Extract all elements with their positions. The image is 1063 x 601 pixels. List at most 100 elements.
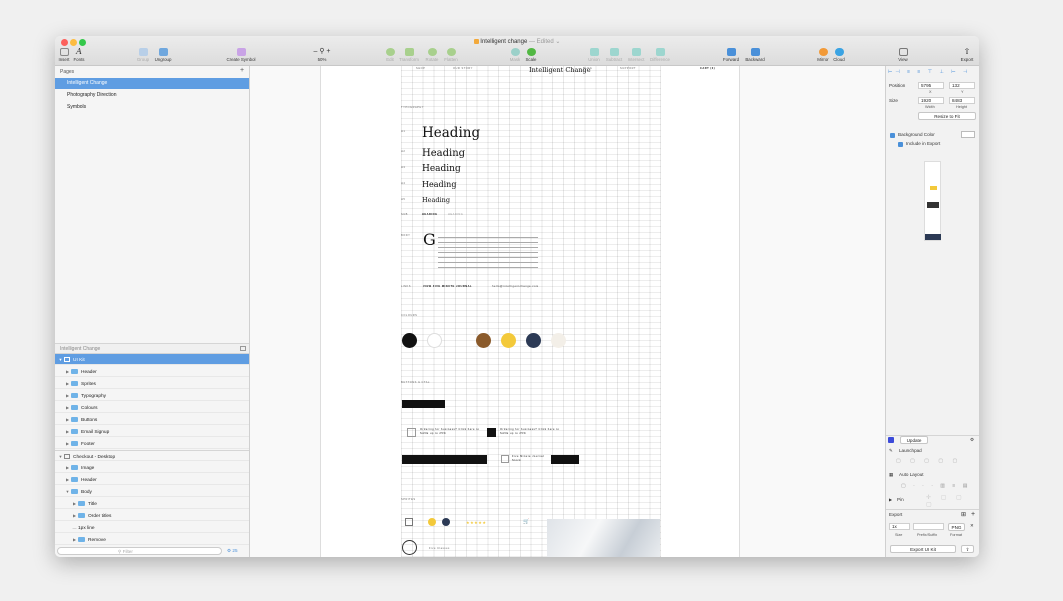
- cloud-button[interactable]: Cloud: [832, 48, 846, 65]
- bg-color-well[interactable]: [961, 131, 975, 138]
- layer-row[interactable]: ▶ Email Signup: [55, 426, 249, 437]
- x-field[interactable]: 5795: [918, 82, 944, 89]
- remove-export-icon[interactable]: ✕: [970, 523, 974, 529]
- group-button[interactable]: Group: [135, 48, 151, 65]
- page-item[interactable]: Symbols: [55, 102, 249, 113]
- layer-row[interactable]: ▶ Sprites: [55, 378, 249, 389]
- gear-icon[interactable]: ⚙: [970, 437, 974, 443]
- disclosure-icon[interactable]: ▶: [71, 534, 78, 545]
- disclosure-icon[interactable]: ▶: [64, 462, 71, 473]
- auto-layout-tools[interactable]: ▢ · · · ▥ ≡ ▤: [901, 483, 976, 491]
- format-select[interactable]: PNG: [948, 523, 965, 531]
- transform-button[interactable]: Transform: [399, 48, 419, 65]
- disclosure-icon[interactable]: ▶: [64, 366, 71, 377]
- layer-row[interactable]: ▶ Title: [55, 498, 249, 509]
- update-button[interactable]: Update: [900, 436, 928, 444]
- layer-row[interactable]: ▼ UI Kit: [55, 354, 249, 365]
- insert-button[interactable]: Insert: [58, 48, 70, 65]
- disclosure-icon[interactable]: ▶: [64, 390, 71, 401]
- mask-button[interactable]: Mask: [509, 48, 521, 65]
- inspector-panel: ⊢⊣ ≡ ≡ ⊤ ⊥ ⊢ ⊣ Position 5795 132 X Y Siz…: [885, 66, 979, 557]
- bg-color-checkbox[interactable]: [890, 133, 895, 138]
- zoom-control[interactable]: – ⚲ + 50%: [309, 48, 335, 65]
- disclosure-icon[interactable]: ▶: [889, 497, 892, 502]
- divider: [886, 509, 979, 510]
- disclosure-icon[interactable]: ▶: [64, 378, 71, 389]
- disclosure-icon[interactable]: ▼: [57, 354, 64, 365]
- layer-row[interactable]: ▼ Checkout - Desktop: [55, 450, 249, 461]
- layer-row[interactable]: ▶ Order titles: [55, 510, 249, 521]
- add-page-icon[interactable]: +: [240, 67, 244, 74]
- layer-row[interactable]: —1px line: [55, 522, 249, 533]
- difference-button[interactable]: Difference: [648, 48, 672, 65]
- union-button[interactable]: Union: [588, 48, 600, 65]
- layer-row[interactable]: ▶ Header: [55, 474, 249, 485]
- edit-button[interactable]: Edit: [385, 48, 395, 65]
- sub-heading: HEADING: [422, 213, 438, 216]
- union-label: Union: [588, 57, 600, 62]
- view-button[interactable]: View: [896, 48, 910, 65]
- share-button[interactable]: ⇧: [961, 545, 974, 553]
- scale-button[interactable]: Scale: [525, 48, 537, 65]
- disclosure-icon[interactable]: ▼: [64, 486, 71, 497]
- export-scale-field[interactable]: 1x: [889, 523, 910, 530]
- collapse-icon[interactable]: [240, 346, 246, 351]
- page-item[interactable]: Photography Direction: [55, 90, 249, 101]
- group-icon: [138, 48, 148, 56]
- alignment-bar[interactable]: ⊢⊣ ≡ ≡ ⊤ ⊥ ⊢ ⊣: [888, 69, 977, 77]
- layout-icon: ▦: [889, 472, 894, 477]
- flatten-button[interactable]: Flatten: [443, 48, 459, 65]
- backward-button[interactable]: Backward: [743, 48, 767, 65]
- height-field[interactable]: 8483: [949, 97, 975, 104]
- filter-placeholder: Filter: [122, 549, 133, 554]
- zoom-icon: – ⚲ +: [313, 48, 331, 55]
- folder-icon: [71, 441, 78, 447]
- disclosure-icon[interactable]: ▼: [57, 451, 64, 462]
- create-symbol-label: Create Symbol: [226, 57, 256, 62]
- layer-row[interactable]: ▶ Typography: [55, 390, 249, 401]
- rotate-button[interactable]: Rotate: [425, 48, 439, 65]
- add-export-icon[interactable]: +: [971, 511, 975, 518]
- ungroup-icon: [158, 48, 168, 56]
- fonts-button[interactable]: A Fonts: [72, 48, 86, 65]
- disclosure-icon[interactable]: ▶: [64, 426, 71, 437]
- layer-row[interactable]: ▶ Colours: [55, 402, 249, 413]
- disclosure-icon[interactable]: ▶: [64, 402, 71, 413]
- union-icon: [589, 48, 599, 56]
- folder-icon: [71, 369, 78, 375]
- layer-row[interactable]: ▼ Body: [55, 486, 249, 497]
- layer-row[interactable]: ▶ Image: [55, 462, 249, 473]
- disclosure-icon[interactable]: ▶: [71, 510, 78, 521]
- grid-icon[interactable]: ⊞: [961, 511, 966, 518]
- y-field[interactable]: 132: [949, 82, 975, 89]
- prefix-suffix-field[interactable]: [913, 523, 944, 530]
- group-label: Group: [136, 57, 150, 62]
- disclosure-icon[interactable]: ▶: [64, 414, 71, 425]
- layer-row[interactable]: ▶ Footer: [55, 438, 249, 449]
- subtract-button[interactable]: Subtract: [604, 48, 624, 65]
- mirror-button[interactable]: Mirror: [815, 48, 831, 65]
- layer-row[interactable]: ▶ Buttons: [55, 414, 249, 425]
- export-button[interactable]: ⇧ Export: [959, 48, 975, 65]
- include-export-checkbox[interactable]: [898, 142, 903, 147]
- create-symbol-button[interactable]: Create Symbol: [223, 48, 259, 65]
- mirror-label: Mirror: [817, 57, 829, 62]
- filter-input[interactable]: ⚲ Filter: [57, 547, 222, 555]
- document-title-text: Intelligent change: [480, 39, 528, 45]
- layer-row[interactable]: ▶ Remove: [55, 534, 249, 545]
- page-item[interactable]: Intelligent Change: [55, 78, 249, 89]
- launchpad-tools[interactable]: ▢ ▢ ▢ ▢ ▢: [896, 458, 976, 466]
- intersect-button[interactable]: Intersect: [626, 48, 646, 65]
- forward-button[interactable]: Forward: [721, 48, 741, 65]
- ungroup-button[interactable]: Ungroup: [153, 48, 173, 65]
- width-field[interactable]: 1920: [918, 97, 944, 104]
- layer-row[interactable]: ▶ Header: [55, 366, 249, 377]
- disclosure-icon[interactable]: ▶: [64, 438, 71, 449]
- export-ui-kit-button[interactable]: Export UI Kit: [890, 545, 956, 553]
- disclosure-icon[interactable]: ▶: [64, 474, 71, 485]
- resize-to-fit-button[interactable]: Resize to Fit: [918, 112, 976, 120]
- disclosure-icon[interactable]: ▶: [71, 498, 78, 509]
- artboard[interactable]: SHOP OUR STORY Intelligent Change BLOG S…: [320, 66, 740, 557]
- canvas[interactable]: SHOP OUR STORY Intelligent Change BLOG S…: [250, 66, 885, 557]
- pin-controls[interactable]: ✛ ▢ ▢ ▢: [926, 494, 976, 508]
